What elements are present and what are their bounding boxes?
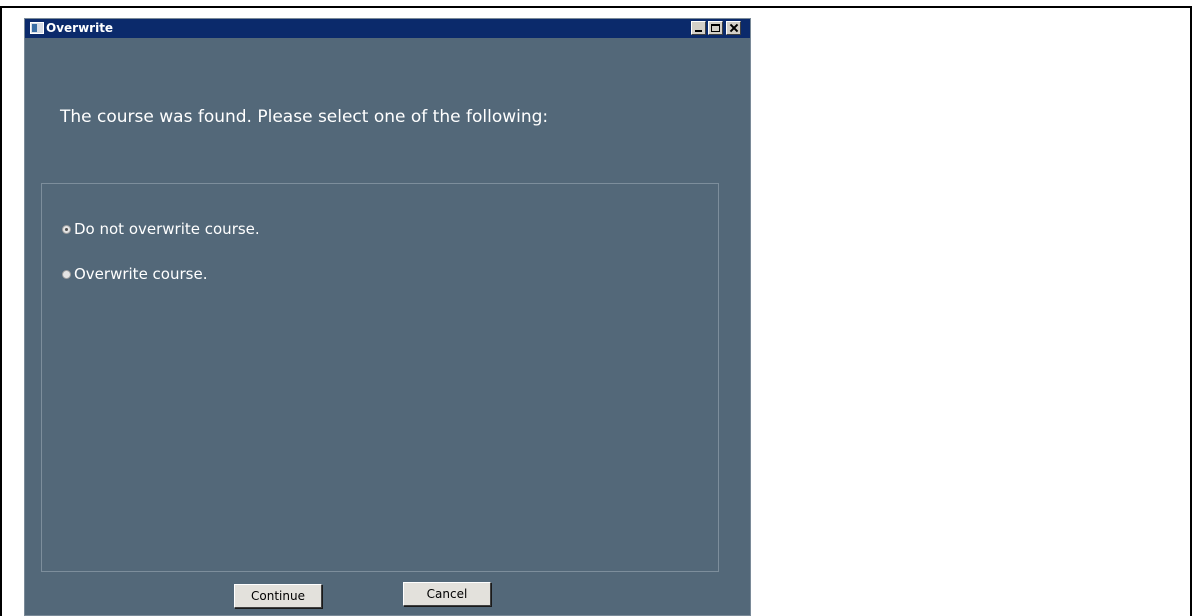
minimize-icon[interactable] [691,21,706,35]
cancel-button[interactable]: Cancel [403,582,491,606]
dialog-prompt: The course was found. Please select one … [60,107,549,127]
overwrite-dialog: Overwrite The course was found. Please s… [24,18,751,616]
close-icon[interactable] [726,21,741,35]
option-overwrite[interactable]: Overwrite course. [62,265,207,283]
option-label: Overwrite course. [74,265,208,283]
maximize-icon[interactable] [708,21,723,35]
radio-unselected-icon[interactable] [62,269,71,279]
window-title: Overwrite [46,21,114,35]
option-do-not-overwrite[interactable]: Do not overwrite course. [62,220,260,238]
title-bar[interactable]: Overwrite [25,19,750,38]
app-window-icon [30,22,44,34]
continue-button[interactable]: Continue [234,584,322,608]
options-group: Do not overwrite course. Overwrite cours… [41,183,719,572]
option-label: Do not overwrite course. [74,220,260,238]
radio-selected-icon[interactable] [62,224,71,234]
